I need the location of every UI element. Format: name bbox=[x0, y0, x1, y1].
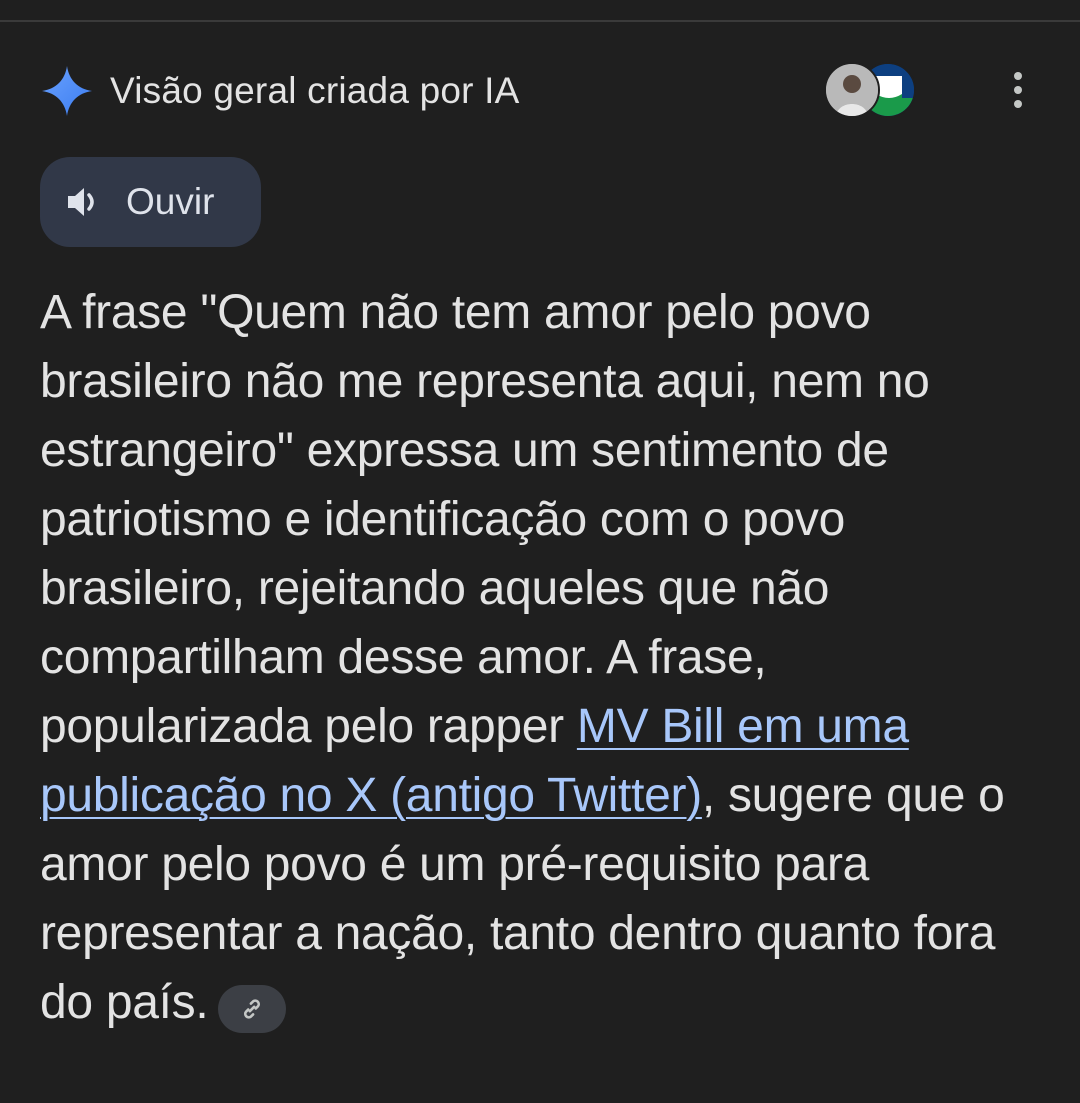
ai-overview-title: Visão geral criada por IA bbox=[110, 70, 520, 111]
gemini-sparkle-icon bbox=[42, 66, 92, 116]
top-divider bbox=[0, 20, 1080, 22]
link-icon bbox=[244, 999, 261, 1019]
listen-button[interactable]: Ouvir bbox=[40, 157, 261, 247]
source-avatar-person[interactable] bbox=[824, 62, 880, 118]
more-options-button[interactable] bbox=[998, 62, 1038, 118]
paragraph-text-before: A frase "Quem não tem amor pelo povo bra… bbox=[40, 286, 930, 753]
listen-label: Ouvir bbox=[126, 181, 215, 222]
more-dot bbox=[1014, 100, 1022, 108]
source-link-chip[interactable] bbox=[218, 985, 287, 1033]
more-dot bbox=[1014, 86, 1022, 94]
ai-overview-header: Visão geral criada por IA bbox=[40, 60, 1040, 122]
overview-paragraph: A frase "Quem não tem amor pelo povo bra… bbox=[40, 278, 1030, 1037]
more-vertical-icon bbox=[1014, 72, 1022, 80]
source-avatars[interactable] bbox=[824, 62, 924, 118]
speaker-icon bbox=[68, 188, 94, 216]
